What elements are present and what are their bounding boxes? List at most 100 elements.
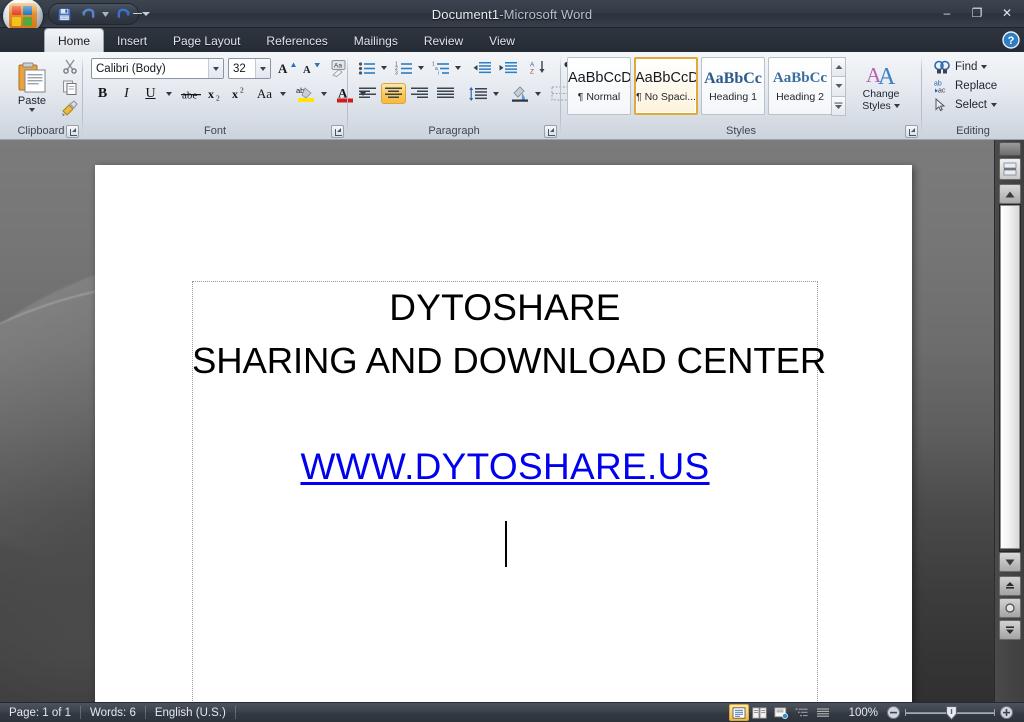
replace-button[interactable]: ab ac Replace — [930, 76, 1024, 95]
close-button[interactable]: ✕ — [992, 2, 1022, 24]
line-spacing-dropdown-icon[interactable] — [491, 83, 501, 104]
document-page[interactable]: DYTOSHARE SHARING AND DOWNLOAD CENTER WW… — [95, 165, 912, 702]
find-button[interactable]: Find — [930, 57, 1024, 76]
styles-scroll-down-icon[interactable] — [831, 76, 846, 97]
status-language[interactable]: English (U.S.) — [146, 703, 235, 722]
tab-mailings[interactable]: Mailings — [341, 30, 411, 52]
shading-dropdown-icon[interactable] — [533, 83, 543, 104]
zoom-slider-track[interactable] — [901, 705, 999, 720]
find-dropdown-icon[interactable] — [981, 64, 988, 69]
shading-button[interactable] — [507, 83, 532, 104]
change-styles-dropdown-icon[interactable] — [893, 104, 900, 108]
font-size-input[interactable]: 32 — [228, 58, 271, 79]
styles-scroll-up-icon[interactable] — [831, 57, 846, 78]
previous-page-icon[interactable] — [999, 576, 1021, 596]
view-full-screen-reading-icon[interactable] — [750, 704, 770, 721]
change-styles-button[interactable]: A A Change Styles — [853, 56, 909, 118]
style-item-heading-2[interactable]: AaBbCc Heading 2 — [768, 57, 832, 115]
font-size-dropdown-icon[interactable] — [255, 59, 270, 78]
align-center-button[interactable] — [381, 83, 406, 104]
scrollbar-track[interactable] — [999, 204, 1021, 552]
split-window-icon[interactable] — [999, 158, 1021, 180]
style-item-heading-1[interactable]: AaBbCс Heading 1 — [701, 57, 765, 115]
styles-dialog-launcher[interactable] — [905, 125, 918, 138]
redo-icon[interactable] — [112, 5, 134, 23]
save-icon[interactable] — [53, 5, 75, 23]
select-dropdown-icon[interactable] — [990, 102, 997, 107]
select-button[interactable]: Select — [930, 95, 1024, 114]
zoom-out-icon[interactable] — [886, 705, 901, 720]
change-case-button[interactable]: Aa — [252, 83, 277, 104]
customize-quick-access-toolbar-icon[interactable] — [132, 4, 150, 24]
undo-dropdown-icon[interactable] — [101, 5, 110, 23]
tab-home[interactable]: Home — [44, 28, 105, 52]
status-word-count[interactable]: Words: 6 — [81, 703, 145, 722]
paste-dropdown-icon[interactable] — [29, 108, 35, 112]
style-item-no-spacing[interactable]: AaBbCcDc ¶ No Spaci... — [634, 57, 698, 115]
subscript-button[interactable]: x 2 — [204, 83, 227, 104]
scrollbar-thumb[interactable] — [1000, 205, 1020, 549]
copy-button[interactable] — [58, 77, 82, 97]
styles-more-icon[interactable] — [831, 95, 846, 116]
align-right-button[interactable] — [407, 83, 432, 104]
view-web-layout-icon[interactable] — [771, 704, 791, 721]
shrink-font-button[interactable]: A — [299, 57, 322, 78]
zoom-slider-thumb[interactable] — [946, 706, 957, 720]
increase-indent-button[interactable] — [495, 57, 520, 78]
align-left-button[interactable] — [355, 83, 380, 104]
paragraph-dialog-launcher[interactable] — [544, 125, 557, 138]
underline-dropdown-icon[interactable] — [163, 83, 174, 104]
document-canvas[interactable]: DYTOSHARE SHARING AND DOWNLOAD CENTER WW… — [0, 140, 994, 702]
font-dialog-launcher[interactable] — [331, 125, 344, 138]
document-hyperlink[interactable]: WWW.DYTOSHARE.US — [300, 446, 709, 487]
view-print-layout-icon[interactable] — [728, 704, 749, 721]
status-page-indicator[interactable]: Page: 1 of 1 — [0, 703, 80, 722]
select-browse-object-icon[interactable] — [999, 598, 1021, 618]
font-name-input[interactable]: Calibri (Body) — [91, 58, 224, 79]
cut-button[interactable] — [58, 56, 82, 76]
tab-insert[interactable]: Insert — [104, 30, 160, 52]
scroll-down-icon[interactable] — [999, 552, 1021, 572]
font-name-dropdown-icon[interactable] — [208, 59, 223, 78]
minimize-button[interactable]: – — [932, 2, 962, 24]
restore-button[interactable]: ❐ — [962, 2, 992, 24]
format-painter-button[interactable] — [58, 98, 82, 118]
undo-icon[interactable] — [77, 5, 99, 23]
align-justify-button[interactable] — [433, 83, 458, 104]
style-item-normal[interactable]: AaBbCcDc ¶ Normal — [567, 57, 631, 115]
bold-button[interactable]: B — [91, 83, 114, 104]
zoom-in-icon[interactable] — [999, 705, 1014, 720]
tab-page-layout[interactable]: Page Layout — [160, 30, 253, 52]
zoom-level-label[interactable]: 100% — [841, 707, 886, 719]
document-text-body[interactable]: DYTOSHARE SHARING AND DOWNLOAD CENTER WW… — [192, 281, 826, 493]
text-highlight-dropdown-icon[interactable] — [319, 83, 329, 104]
vertical-scrollbar[interactable] — [994, 140, 1024, 702]
italic-button[interactable]: I — [115, 83, 138, 104]
help-icon[interactable]: ? — [1002, 31, 1020, 49]
grow-font-button[interactable]: A — [275, 57, 298, 78]
text-highlight-color-button[interactable]: ab — [293, 83, 318, 104]
line-spacing-button[interactable] — [465, 83, 490, 104]
view-outline-icon[interactable] — [792, 704, 812, 721]
next-page-icon[interactable] — [999, 620, 1021, 640]
superscript-button[interactable]: x 2 — [228, 83, 251, 104]
tab-view[interactable]: View — [476, 30, 528, 52]
tab-review[interactable]: Review — [411, 30, 476, 52]
view-draft-icon[interactable] — [813, 704, 833, 721]
strikethrough-button[interactable]: abe — [178, 83, 203, 104]
clipboard-dialog-launcher[interactable] — [66, 125, 79, 138]
underline-button[interactable]: U — [139, 83, 162, 104]
tab-references[interactable]: References — [253, 30, 340, 52]
multilevel-list-dropdown-icon[interactable] — [453, 57, 463, 78]
paste-button[interactable]: Paste — [8, 56, 56, 118]
scroll-up-icon[interactable] — [999, 184, 1021, 204]
bullets-button[interactable] — [355, 57, 378, 78]
decrease-indent-button[interactable] — [469, 57, 494, 78]
numbering-dropdown-icon[interactable] — [416, 57, 426, 78]
bullets-dropdown-icon[interactable] — [379, 57, 389, 78]
zoom-slider[interactable] — [886, 705, 1018, 720]
multilevel-list-button[interactable]: 1 a i — [429, 57, 452, 78]
numbering-button[interactable]: 1 2 3 — [392, 57, 415, 78]
change-case-dropdown-icon[interactable] — [278, 83, 288, 104]
sort-button[interactable]: A Z — [526, 57, 551, 78]
